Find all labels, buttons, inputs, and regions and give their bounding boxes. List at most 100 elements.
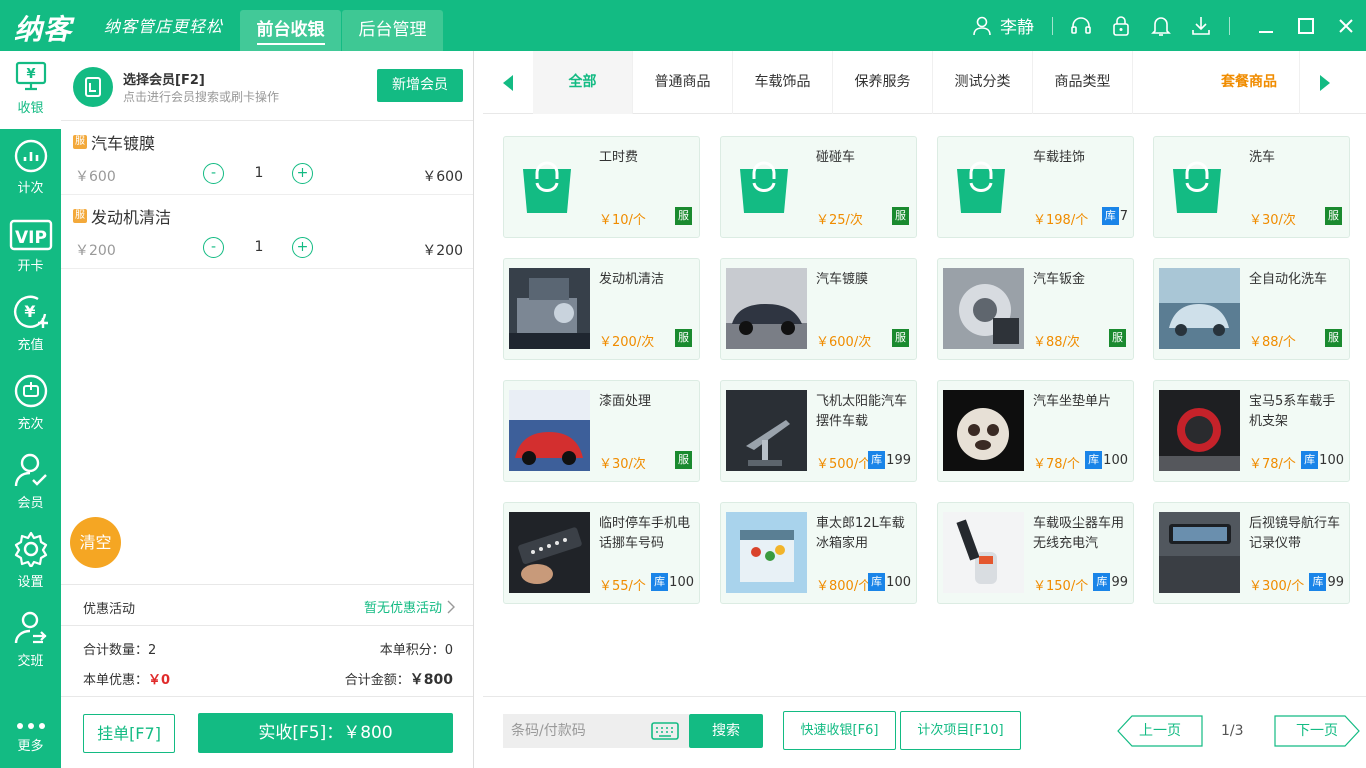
nav-label: 开卡 (17, 259, 44, 274)
clear-cart-button[interactable]: 清空 (70, 517, 121, 568)
promo-row[interactable]: 优惠活动 暂无优惠活动 (61, 584, 473, 626)
tab-package[interactable]: 套餐商品 (1199, 51, 1299, 114)
cart-item-qty[interactable]: 1 (251, 239, 267, 255)
tab-all[interactable]: 全部 (533, 51, 633, 114)
maximize-button[interactable] (1286, 0, 1326, 51)
nav-recharge-times[interactable]: 充次 (0, 367, 61, 445)
product-card[interactable]: 工时费 ￥10/个 服 (503, 136, 700, 238)
page-indicator: 1/3 (1221, 723, 1244, 739)
nav-member[interactable]: 会员 (0, 446, 61, 524)
prev-page-button[interactable]: 上一页 (1117, 715, 1203, 747)
download-icon[interactable] (1189, 14, 1213, 38)
cart-item[interactable]: 服发动机清洁 ￥200 - 1 + ￥200 (61, 195, 473, 269)
product-card[interactable]: 车载挂饰 ￥198/个库 7 (937, 136, 1134, 238)
product-image (1159, 268, 1240, 349)
nav-handover[interactable]: 交班 (0, 604, 61, 682)
stock-count: 7 (1119, 208, 1128, 224)
stock-info: 库7 (1101, 207, 1128, 225)
category-bar: 全部 普通商品 车载饰品 保养服务 测试分类 商品类型 套餐商品 (483, 51, 1366, 114)
user-menu[interactable]: 李静 (972, 13, 1034, 38)
product-price: ￥30/次 (1249, 213, 1296, 228)
product-card[interactable]: 宝马5系车载手机支架 ￥78/个库 100 (1153, 380, 1350, 482)
nav-open-card[interactable]: VIP 开卡 (0, 209, 61, 287)
nav-count[interactable]: 计次 (0, 131, 61, 209)
stock-info: 库 99 (1309, 573, 1344, 591)
top-right-controls: 李静 (972, 0, 1366, 51)
quick-pay-button[interactable]: 快速收银[F6] (783, 711, 896, 750)
barcode-input[interactable] (511, 714, 641, 748)
count-items-button[interactable]: 计次项目[F10] (900, 711, 1021, 750)
gear-icon (14, 531, 47, 567)
product-card[interactable]: 車太郎12L车载冰箱家用 ￥800/个库 100 (720, 502, 917, 604)
product-card[interactable]: 发动机清洁 ￥200/次 服 (503, 258, 700, 360)
product-card[interactable]: 汽车镀膜 ￥600/次 服 (720, 258, 917, 360)
cart-item-name: 发动机清洁 (91, 208, 172, 227)
product-card[interactable]: 汽车钣金 ￥88/次 服 (937, 258, 1134, 360)
next-page-button[interactable]: 下一页 (1274, 715, 1360, 747)
cart-item[interactable]: 服汽车镀膜 ￥600 - 1 + ￥600 (61, 121, 473, 195)
product-image (509, 512, 590, 593)
product-price: ￥300/个 (1249, 579, 1305, 594)
increase-qty-button[interactable]: + (292, 163, 313, 184)
product-name: 汽车钣金 (1033, 272, 1086, 287)
product-image (1159, 512, 1240, 593)
tab-normal[interactable]: 普通商品 (633, 51, 733, 114)
product-card[interactable]: 碰碰车 ￥25/次 服 (720, 136, 917, 238)
tab-test[interactable]: 测试分类 (933, 51, 1033, 114)
cart-item-total: ￥600 (422, 169, 463, 185)
close-icon (1339, 18, 1353, 33)
search-button[interactable]: 搜索 (689, 714, 763, 748)
product-name: 車太郎12L车载冰箱家用 (816, 516, 905, 551)
category-next-button[interactable] (1299, 51, 1349, 114)
lock-icon[interactable] (1109, 14, 1133, 38)
minimize-button[interactable] (1246, 0, 1286, 51)
product-image (726, 512, 807, 593)
svg-text:¥: ¥ (26, 67, 35, 82)
close-button[interactable] (1326, 0, 1366, 51)
product-image (726, 390, 807, 471)
increase-qty-button[interactable]: + (292, 237, 313, 258)
product-card[interactable]: 飞机太阳能汽车摆件车载 ￥500/个库 199 (720, 380, 917, 482)
nav-cashier[interactable]: ¥ 收银 (0, 51, 61, 129)
service-tag: 服 (73, 209, 87, 223)
product-card[interactable]: 临时停车手机电话挪车号码 ￥55/个库 100 (503, 502, 700, 604)
nav-label: 设置 (17, 575, 44, 590)
decrease-qty-button[interactable]: - (203, 237, 224, 258)
bell-icon[interactable] (1149, 14, 1173, 38)
product-name: 全自动化洗车 (1249, 272, 1328, 287)
minimize-icon (1259, 30, 1273, 33)
hold-order-button[interactable]: 挂单[F7] (83, 714, 175, 753)
nav-label: 计次 (17, 181, 44, 196)
tab-front-cashier[interactable]: 前台收银 (240, 10, 341, 51)
tab-maintenance[interactable]: 保养服务 (833, 51, 933, 114)
product-price: ￥78/个 (1033, 457, 1080, 472)
tab-back-office[interactable]: 后台管理 (342, 10, 443, 51)
headset-icon[interactable] (1069, 14, 1093, 38)
tab-accessories[interactable]: 车载饰品 (733, 51, 833, 114)
pay-button[interactable]: 实收[F5]：￥800 (198, 713, 453, 753)
nav-label: 充值 (17, 338, 44, 353)
category-prev-button[interactable] (483, 51, 533, 114)
product-card[interactable]: 全自动化洗车 ￥88/个 服 (1153, 258, 1350, 360)
product-card[interactable]: 洗车 ￥30/次 服 (1153, 136, 1350, 238)
triangle-right-icon (1319, 74, 1330, 91)
product-card[interactable]: 车载吸尘器车用无线充电汽 ￥150/个库 99 (937, 502, 1134, 604)
member-select[interactable]: 选择会员[F2] 点击进行会员搜索或刷卡操作 新增会员 (61, 51, 473, 121)
product-name: 临时停车手机电话挪车号码 (599, 516, 691, 551)
add-member-button[interactable]: 新增会员 (377, 69, 463, 102)
tab-type[interactable]: 商品类型 (1033, 51, 1133, 114)
nav-more[interactable]: 更多 (0, 691, 61, 768)
cart-item-qty[interactable]: 1 (251, 165, 267, 181)
barcode-box (503, 714, 689, 748)
product-card[interactable]: 汽车坐垫单片 ￥78/个库 100 (937, 380, 1134, 482)
keyboard-icon[interactable] (651, 722, 679, 740)
nav-recharge[interactable]: ¥ 充值 (0, 288, 61, 366)
stock-tag: 库 (651, 573, 669, 591)
product-card[interactable]: 后视镜导航行车记录仪带 ￥300/个库 99 (1153, 502, 1350, 604)
stock-info: 库 99 (1093, 573, 1128, 591)
product-card[interactable]: 漆面处理 ￥30/次 服 (503, 380, 700, 482)
nav-settings[interactable]: 设置 (0, 525, 61, 603)
decrease-qty-button[interactable]: - (203, 163, 224, 184)
total-qty: 合计数量：2 (83, 643, 157, 658)
points: 本单积分：0 (379, 643, 453, 658)
